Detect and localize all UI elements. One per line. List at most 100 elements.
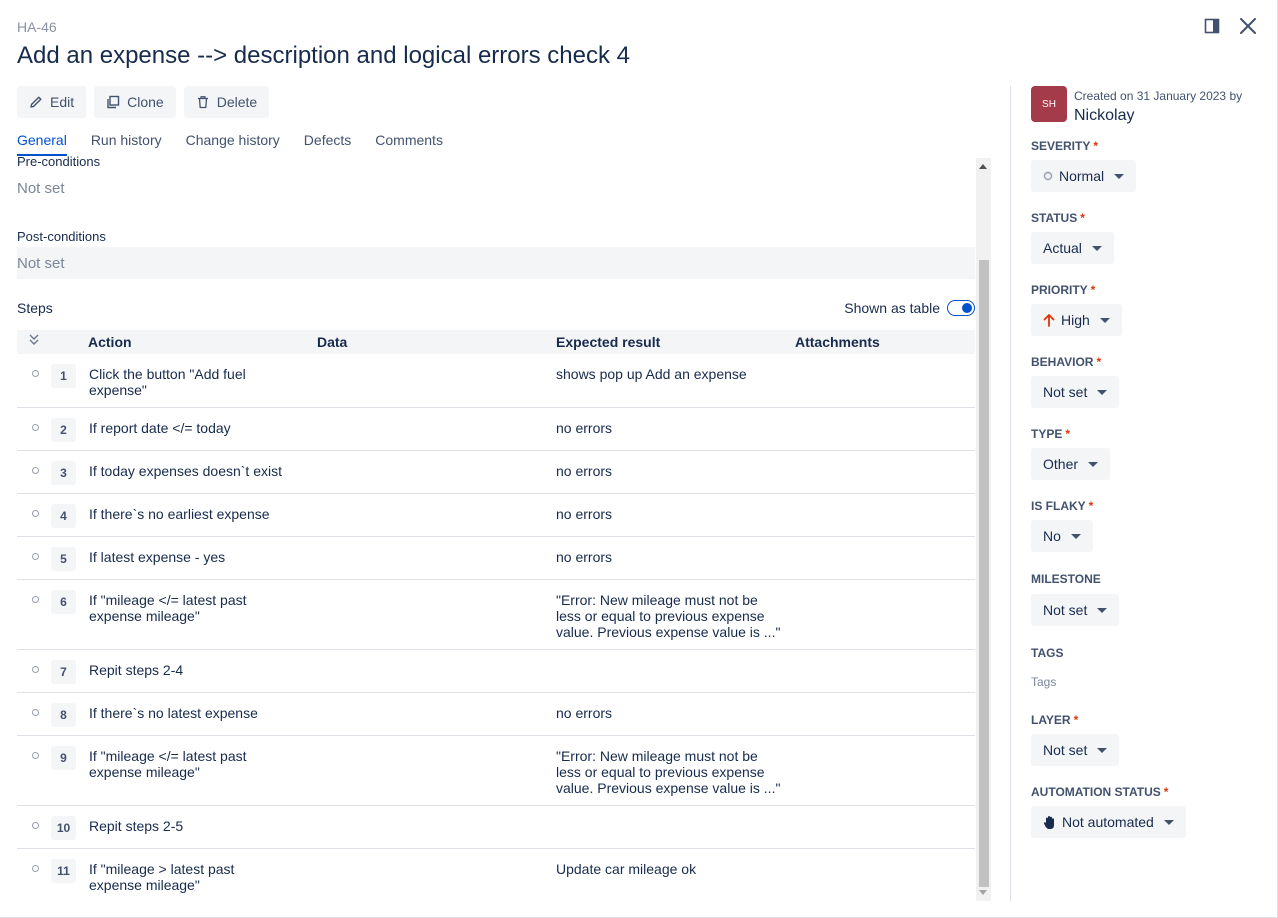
step-drag-handle[interactable]	[32, 865, 39, 872]
tab-general[interactable]: General	[17, 132, 67, 156]
close-icon[interactable]	[1237, 14, 1259, 38]
step-number: 3	[51, 461, 76, 485]
table-view-toggle[interactable]: Shown as table	[844, 300, 975, 316]
avatar: SH	[1031, 86, 1067, 122]
tab-comments[interactable]: Comments	[375, 132, 443, 156]
step-row-10[interactable]: 10 Repit steps 2-5	[17, 806, 975, 849]
behavior-select[interactable]: Not set	[1031, 376, 1120, 408]
toggle-switch[interactable]	[947, 300, 975, 316]
step-number: 8	[51, 703, 76, 727]
trash-icon	[197, 96, 208, 109]
step-action: If "mileage </= latest past expense mile…	[89, 748, 247, 780]
severity-select[interactable]: Normal	[1031, 160, 1137, 192]
details-sidebar: SH Created on 31 January 2023 by Nickola…	[1010, 86, 1278, 902]
step-row-9[interactable]: 9 If "mileage </= latest past expense mi…	[17, 736, 975, 806]
creator-name[interactable]: Nickolay	[1074, 107, 1134, 125]
tab-defects[interactable]: Defects	[304, 132, 351, 156]
type-select[interactable]: Other	[1031, 448, 1111, 480]
content-scrollbar[interactable]	[976, 158, 991, 901]
clone-button[interactable]: Clone	[94, 86, 176, 118]
steps-table-header: Action Data Expected result Attachments	[17, 330, 975, 354]
chevron-down-icon	[1099, 317, 1110, 323]
tab-change-history[interactable]: Change history	[186, 132, 280, 156]
panel-controls	[1201, 14, 1259, 38]
chevron-down-icon	[1097, 747, 1108, 753]
step-drag-handle[interactable]	[32, 666, 39, 673]
side-panel-toggle-icon[interactable]	[1201, 14, 1223, 38]
step-expected: Update car mileage ok	[556, 861, 697, 877]
milestone-select[interactable]: Not set	[1031, 594, 1120, 626]
step-drag-handle[interactable]	[32, 553, 39, 560]
step-drag-handle[interactable]	[32, 424, 39, 431]
chevron-down-icon	[1088, 461, 1099, 467]
chevron-down-icon	[1091, 245, 1102, 251]
step-drag-handle[interactable]	[32, 709, 39, 716]
steps-label: Steps	[17, 300, 53, 316]
layer-select[interactable]: Not set	[1031, 734, 1120, 766]
behavior-label: BEHAVIOR *	[1031, 355, 1102, 369]
step-expected: no errors	[556, 506, 613, 522]
step-row-4[interactable]: 4 If there`s no earliest expense no erro…	[17, 494, 975, 537]
chevron-down-icon	[1097, 607, 1108, 613]
step-drag-handle[interactable]	[32, 510, 39, 517]
step-row-11[interactable]: 11 If "mileage > latest past expense mil…	[17, 849, 975, 901]
step-drag-handle[interactable]	[32, 596, 39, 603]
step-expected: "Error: New mileage must not be less or …	[556, 592, 781, 640]
tab-run-history[interactable]: Run history	[91, 132, 162, 156]
priority-select[interactable]: High	[1031, 304, 1122, 336]
edit-label: Edit	[50, 94, 75, 110]
preconditions-value: Not set	[17, 180, 65, 197]
edit-button[interactable]: Edit	[17, 86, 87, 118]
step-row-6[interactable]: 6 If "mileage </= latest past expense mi…	[17, 580, 975, 650]
step-action: If report date </= today	[89, 420, 231, 436]
step-row-7[interactable]: 7 Repit steps 2-4	[17, 650, 975, 693]
step-action: If there`s no latest expense	[89, 705, 258, 721]
chevron-down-icon	[1114, 173, 1125, 179]
scroll-up-icon[interactable]	[979, 164, 987, 169]
step-number: 1	[51, 364, 76, 388]
preconditions-label: Pre-conditions	[17, 156, 101, 169]
step-row-5[interactable]: 5 If latest expense - yes no errors	[17, 537, 975, 580]
chevron-down-icon	[1097, 389, 1108, 395]
step-expected: "Error: New mileage must not be less or …	[556, 748, 781, 796]
hand-icon	[1043, 815, 1054, 829]
status-value: Actual	[1043, 240, 1082, 256]
circle-outline-icon	[1043, 171, 1053, 181]
step-action: If "mileage > latest past expense mileag…	[89, 861, 235, 893]
step-drag-handle[interactable]	[32, 467, 39, 474]
column-expected-result: Expected result	[556, 334, 661, 350]
step-expected: no errors	[556, 420, 613, 436]
postconditions-bg	[17, 247, 975, 279]
scroll-down-icon[interactable]	[979, 890, 987, 895]
step-row-1[interactable]: 1 Click the button "Add fuel expense" sh…	[17, 354, 975, 408]
column-attachments: Attachments	[795, 334, 880, 350]
type-value: Other	[1043, 456, 1079, 472]
collapse-all-icon[interactable]	[28, 333, 40, 350]
step-drag-handle[interactable]	[32, 752, 39, 759]
behavior-value: Not set	[1043, 384, 1088, 400]
priority-label: PRIORITY *	[1031, 283, 1096, 297]
step-number: 7	[51, 660, 76, 684]
milestone-label: MILESTONE	[1031, 572, 1101, 586]
step-action: Click the button "Add fuel expense"	[89, 366, 246, 398]
tags-input[interactable]: Tags	[1031, 675, 1056, 689]
delete-button[interactable]: Delete	[183, 86, 270, 118]
automation-status-label: AUTOMATION STATUS *	[1031, 785, 1169, 799]
layer-value: Not set	[1043, 742, 1088, 758]
is-flaky-select[interactable]: No	[1031, 520, 1093, 552]
step-number: 6	[51, 590, 76, 614]
copy-icon	[107, 95, 120, 109]
step-drag-handle[interactable]	[32, 822, 39, 829]
automation-status-select[interactable]: Not automated	[1031, 806, 1186, 838]
step-row-2[interactable]: 2 If report date </= today no errors	[17, 408, 975, 451]
severity-value: Normal	[1059, 168, 1105, 184]
column-action: Action	[88, 334, 132, 350]
column-data: Data	[317, 334, 348, 350]
step-drag-handle[interactable]	[32, 370, 39, 377]
step-row-8[interactable]: 8 If there`s no latest expense no errors	[17, 693, 975, 736]
status-select[interactable]: Actual	[1031, 232, 1114, 264]
step-row-3[interactable]: 3 If today expenses doesn`t exist no err…	[17, 451, 975, 494]
scrollbar-thumb[interactable]	[979, 260, 989, 887]
case-key: HA-46	[17, 19, 57, 35]
delete-label: Delete	[216, 94, 258, 110]
